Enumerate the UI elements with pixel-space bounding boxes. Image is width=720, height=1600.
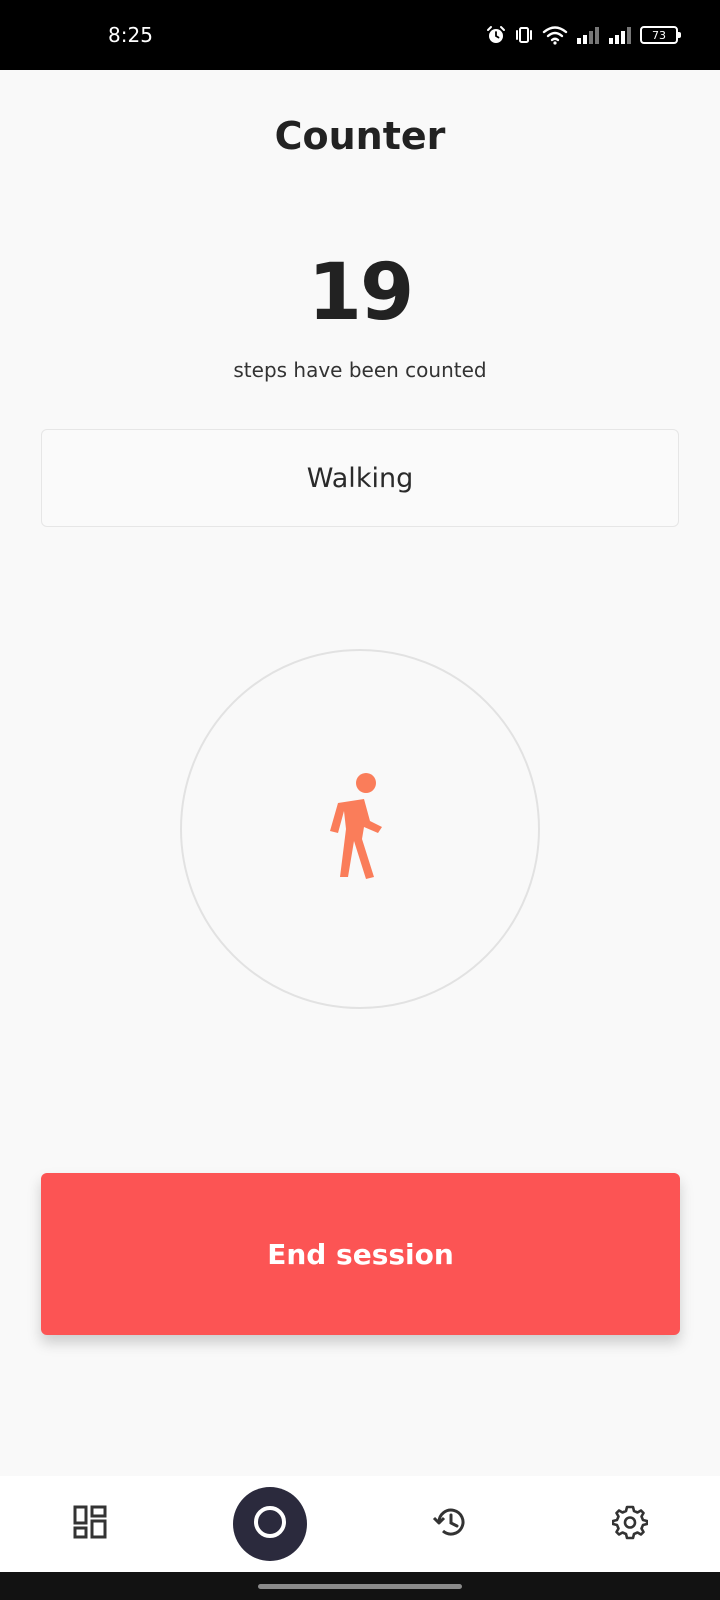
nav-record[interactable] xyxy=(233,1487,307,1561)
wifi-icon xyxy=(542,25,568,45)
gesture-handle[interactable] xyxy=(258,1584,462,1589)
nav-settings[interactable] xyxy=(611,1504,649,1544)
record-circle-icon xyxy=(252,1504,288,1544)
alarm-icon xyxy=(486,25,506,45)
status-icons: 73 xyxy=(486,25,681,45)
signal-icon xyxy=(608,26,632,44)
nav-dashboard[interactable] xyxy=(73,1505,107,1543)
page-title: Counter xyxy=(274,114,446,158)
walking-person-icon xyxy=(324,771,396,887)
status-time: 8:25 xyxy=(108,23,153,47)
battery-icon: 73 xyxy=(640,26,681,44)
activity-indicator-circle xyxy=(180,649,540,1009)
settings-gear-icon xyxy=(611,1504,649,1544)
battery-level: 73 xyxy=(652,28,666,42)
step-count: 19 xyxy=(307,248,415,338)
activity-type-label: Walking xyxy=(306,462,414,494)
nav-history[interactable] xyxy=(432,1504,468,1544)
status-bar: 8:25 73 xyxy=(0,0,720,70)
system-gesture-bar xyxy=(0,1572,720,1600)
vibrate-icon xyxy=(514,25,534,45)
end-session-button[interactable]: End session xyxy=(41,1173,680,1335)
dashboard-icon xyxy=(73,1505,107,1543)
history-icon xyxy=(432,1504,468,1544)
signal-icon xyxy=(576,26,600,44)
step-count-caption: steps have been counted xyxy=(233,358,487,382)
bottom-navigation xyxy=(0,1476,720,1572)
activity-type-selector[interactable]: Walking xyxy=(41,429,679,527)
